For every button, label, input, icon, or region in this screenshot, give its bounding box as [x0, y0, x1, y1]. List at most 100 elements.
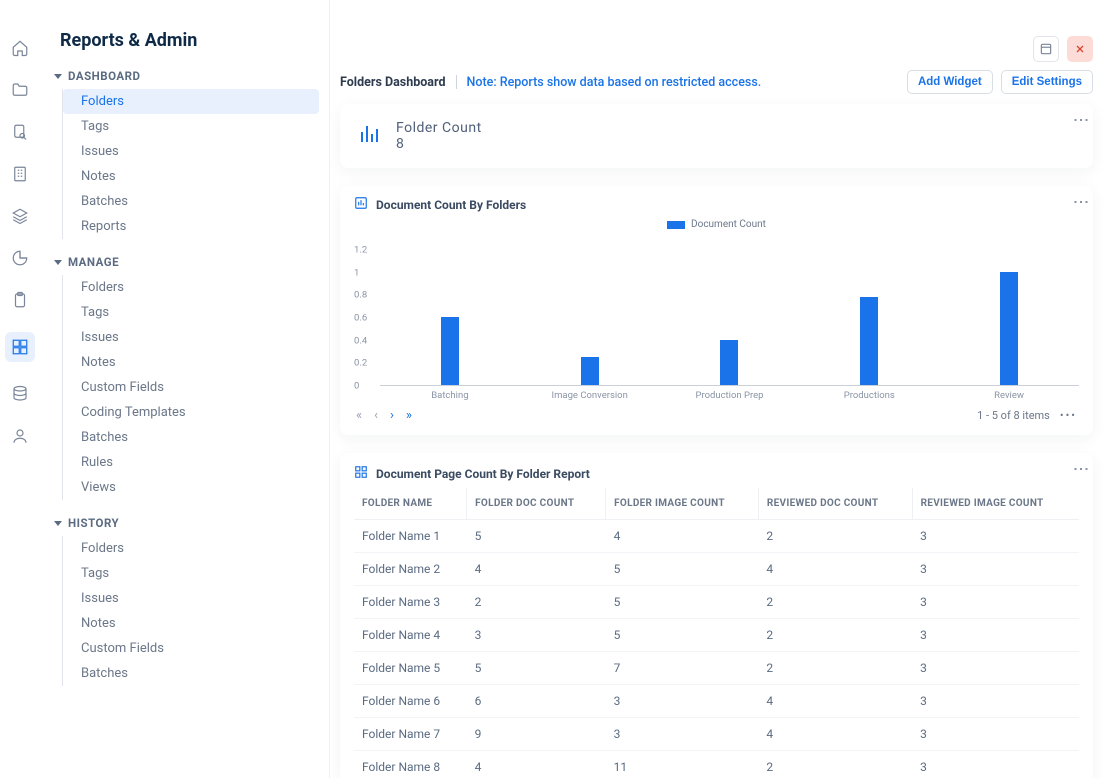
user-icon[interactable] [10, 426, 30, 446]
table-cell: 4 [467, 553, 606, 586]
table-cell: Folder Name 4 [354, 619, 467, 652]
table-row[interactable]: Folder Name 66343 [354, 685, 1079, 718]
table-cell: 3 [606, 718, 759, 751]
pager-first-icon[interactable]: « [356, 408, 362, 423]
table-cell: 2 [758, 520, 912, 553]
nav-item[interactable]: Reports [63, 214, 319, 239]
home-icon[interactable] [10, 38, 30, 58]
table-cell: Folder Name 5 [354, 652, 467, 685]
nav-item[interactable]: Tags [63, 114, 319, 139]
close-button[interactable] [1067, 36, 1093, 62]
table-header-cell[interactable]: FOLDER IMAGE COUNT [606, 488, 759, 520]
chart-x-label: Batching [431, 390, 468, 401]
table-cell: 5 [606, 553, 759, 586]
pager-prev-icon[interactable]: ‹ [374, 408, 378, 423]
nav-item[interactable]: Folders [63, 89, 319, 114]
nav-item[interactable]: Coding Templates [63, 400, 319, 425]
table-cell: 2 [758, 652, 912, 685]
nav-item[interactable]: Notes [63, 611, 319, 636]
table-header-cell[interactable]: FOLDER NAME [354, 488, 467, 520]
chart-title: Document Count By Folders [376, 198, 526, 212]
table-cell: 3 [912, 619, 1079, 652]
nav-section-header[interactable]: HISTORY [54, 516, 319, 530]
building-icon[interactable] [10, 164, 30, 184]
table-cell: Folder Name 3 [354, 586, 467, 619]
card-menu-icon[interactable]: ⋮ [1079, 194, 1083, 211]
table-cell: 4 [467, 751, 606, 778]
nav-item[interactable]: Custom Fields [63, 636, 319, 661]
table-row[interactable]: Folder Name 841123 [354, 751, 1079, 778]
table-header-cell[interactable]: REVIEWED IMAGE COUNT [912, 488, 1079, 520]
edit-settings-button[interactable]: Edit Settings [1001, 70, 1093, 94]
nav-item[interactable]: Batches [63, 425, 319, 450]
nav-item[interactable]: Tags [63, 561, 319, 586]
chart-legend: Document Count [354, 219, 1079, 230]
chart-widget-icon [354, 196, 368, 213]
report-table: FOLDER NAMEFOLDER DOC COUNTFOLDER IMAGE … [354, 488, 1079, 778]
card-menu-icon[interactable]: ⋮ [1079, 461, 1083, 478]
table-cell: 2 [467, 586, 606, 619]
table-cell: 3 [912, 520, 1079, 553]
folder-count-title: Folder Count [396, 120, 482, 136]
table-title: Document Page Count By Folder Report [376, 467, 590, 481]
pager-last-icon[interactable]: » [406, 408, 412, 423]
chart-x-label: Production Prep [695, 390, 763, 401]
table-cell: 3 [912, 751, 1079, 778]
nav-item[interactable]: Batches [63, 189, 319, 214]
chart-bar[interactable] [581, 357, 599, 385]
search-doc-icon[interactable] [10, 122, 30, 142]
chart-bar[interactable] [1000, 272, 1018, 385]
nav-item[interactable]: Issues [63, 139, 319, 164]
nav-item[interactable]: Custom Fields [63, 375, 319, 400]
table-header-cell[interactable]: REVIEWED DOC COUNT [758, 488, 912, 520]
nav-item[interactable]: Batches [63, 661, 319, 686]
nav-item[interactable]: Tags [63, 300, 319, 325]
table-cell: 3 [606, 685, 759, 718]
nav-section-header[interactable]: MANAGE [54, 255, 319, 269]
dashboard-icon[interactable] [5, 332, 35, 362]
card-menu-icon[interactable]: ⋮ [1079, 112, 1083, 129]
chart-bar[interactable] [441, 317, 459, 385]
nav-item[interactable]: Views [63, 475, 319, 500]
chart-bar[interactable] [860, 297, 878, 385]
table-row[interactable]: Folder Name 79343 [354, 718, 1079, 751]
layers-icon[interactable] [10, 206, 30, 226]
nav-item[interactable]: Rules [63, 450, 319, 475]
pie-icon[interactable] [10, 248, 30, 268]
table-cell: 3 [912, 718, 1079, 751]
table-cell: 7 [606, 652, 759, 685]
nav-item[interactable]: Folders [63, 275, 319, 300]
table-row[interactable]: Folder Name 55723 [354, 652, 1079, 685]
nav-item[interactable]: Issues [63, 325, 319, 350]
database-icon[interactable] [10, 384, 30, 404]
chart-bar[interactable] [720, 340, 738, 385]
chart-x-label: Productions [844, 390, 895, 401]
pager-next-icon[interactable]: › [390, 408, 394, 423]
main: Folders Dashboard Note: Reports show dat… [330, 0, 1113, 778]
nav-item[interactable]: Notes [63, 164, 319, 189]
clipboard-icon[interactable] [10, 290, 30, 310]
nav-item[interactable]: Issues [63, 586, 319, 611]
more-icon[interactable]: ••• [1060, 409, 1077, 422]
table-cell: 2 [758, 586, 912, 619]
page-title: Reports & Admin [60, 30, 319, 51]
table-header-cell[interactable]: FOLDER DOC COUNT [467, 488, 606, 520]
table-cell: 2 [758, 751, 912, 778]
table-cell: 9 [467, 718, 606, 751]
window-button[interactable] [1033, 36, 1059, 62]
nav-section-header[interactable]: DASHBOARD [54, 69, 319, 83]
folder-icon[interactable] [10, 80, 30, 100]
table-widget-icon [354, 465, 368, 482]
table-cell: 3 [912, 586, 1079, 619]
table-row[interactable]: Folder Name 43523 [354, 619, 1079, 652]
table-row[interactable]: Folder Name 32523 [354, 586, 1079, 619]
table-row[interactable]: Folder Name 15423 [354, 520, 1079, 553]
nav-item[interactable]: Notes [63, 350, 319, 375]
chart-pager-nav: « ‹ › » [356, 408, 412, 423]
nav-item[interactable]: Folders [63, 536, 319, 561]
table-cell: 5 [467, 520, 606, 553]
table-cell: 3 [912, 652, 1079, 685]
table-row[interactable]: Folder Name 24543 [354, 553, 1079, 586]
table-cell: 4 [758, 685, 912, 718]
add-widget-button[interactable]: Add Widget [907, 70, 993, 94]
